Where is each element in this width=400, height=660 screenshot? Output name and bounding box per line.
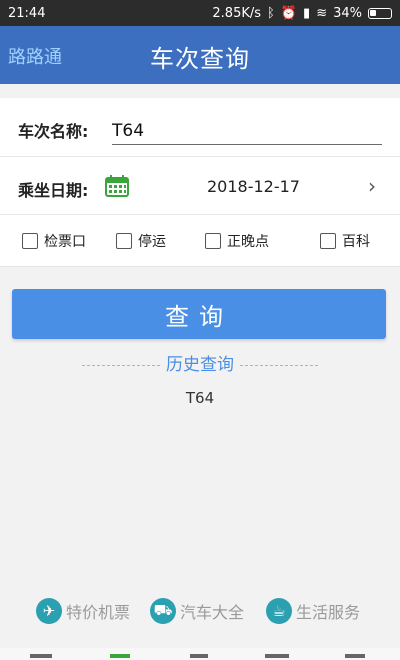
checkbox-box[interactable] [320, 233, 336, 249]
calendar-icon[interactable] [104, 174, 130, 198]
service-life[interactable]: ☕ 生活服务 [266, 598, 360, 624]
alarm-icon: ⏰ [280, 5, 298, 21]
car-icon: ⛟ [150, 598, 176, 624]
signal-icon: ▮ [303, 5, 311, 21]
bluetooth-icon: ᛒ [267, 5, 275, 21]
train-input[interactable] [112, 118, 382, 145]
checkbox-box[interactable] [22, 233, 38, 249]
date-label: 乘坐日期: [18, 181, 89, 200]
dashed-line [82, 364, 160, 366]
date-value[interactable]: 2018-12-17 [207, 177, 300, 196]
battery-icon [368, 7, 392, 19]
page-title: 车次查询 [150, 45, 250, 73]
history-item[interactable]: T64 [0, 389, 400, 407]
history-header: 历史查询 [0, 350, 400, 375]
status-time: 21:44 [8, 5, 46, 21]
battery-percent: 34% [333, 5, 362, 21]
dashed-line [240, 364, 318, 366]
nav-item[interactable] [190, 654, 208, 658]
app-bar: 路路通 车次查询 [0, 26, 400, 84]
status-right: 2.85K/s ᛒ ⏰ ▮ ≋ 34% [212, 6, 392, 21]
chevron-right-icon[interactable]: › [368, 174, 376, 198]
airplane-icon: ✈ [36, 598, 62, 624]
nav-item[interactable] [30, 654, 52, 658]
service-flights[interactable]: ✈ 特价机票 [36, 598, 130, 624]
service-label: 特价机票 [66, 603, 131, 622]
checkbox-label: 正晚点 [227, 234, 269, 250]
divider [0, 156, 400, 157]
train-label: 车次名称: [18, 122, 89, 141]
checkbox-label: 停运 [138, 234, 166, 250]
checkbox-ticket-gate[interactable]: 检票口 [22, 231, 86, 251]
checkbox-row: 检票口 停运 正晚点 百科 [0, 231, 400, 253]
coffee-icon: ☕ [266, 598, 292, 624]
query-form: 车次名称: 乘坐日期: 2018-12-17 › 检票口 停运 正晚点 百科 [0, 98, 400, 267]
services-bar: ✈ 特价机票 ⛟ 汽车大全 ☕ 生活服务 [0, 598, 400, 628]
service-cars[interactable]: ⛟ 汽车大全 [150, 598, 244, 624]
nav-item[interactable] [265, 654, 289, 658]
nav-item[interactable] [110, 654, 130, 658]
checkbox-wiki[interactable]: 百科 [320, 231, 370, 251]
status-bar: 21:44 2.85K/s ᛒ ⏰ ▮ ≋ 34% [0, 0, 400, 26]
checkbox-label: 百科 [342, 234, 370, 250]
service-label: 生活服务 [296, 603, 361, 622]
query-button[interactable]: 查询 [12, 289, 386, 339]
wifi-icon: ≋ [316, 5, 328, 21]
divider [0, 214, 400, 215]
checkbox-on-time[interactable]: 正晚点 [205, 231, 269, 251]
checkbox-box[interactable] [116, 233, 132, 249]
network-speed: 2.85K/s [212, 5, 262, 21]
checkbox-suspended[interactable]: 停运 [116, 231, 166, 251]
checkbox-label: 检票口 [44, 234, 86, 250]
bottom-nav [0, 648, 400, 660]
checkbox-box[interactable] [205, 233, 221, 249]
service-label: 汽车大全 [180, 603, 245, 622]
history-title: 历史查询 [166, 355, 234, 375]
nav-item[interactable] [345, 654, 365, 658]
